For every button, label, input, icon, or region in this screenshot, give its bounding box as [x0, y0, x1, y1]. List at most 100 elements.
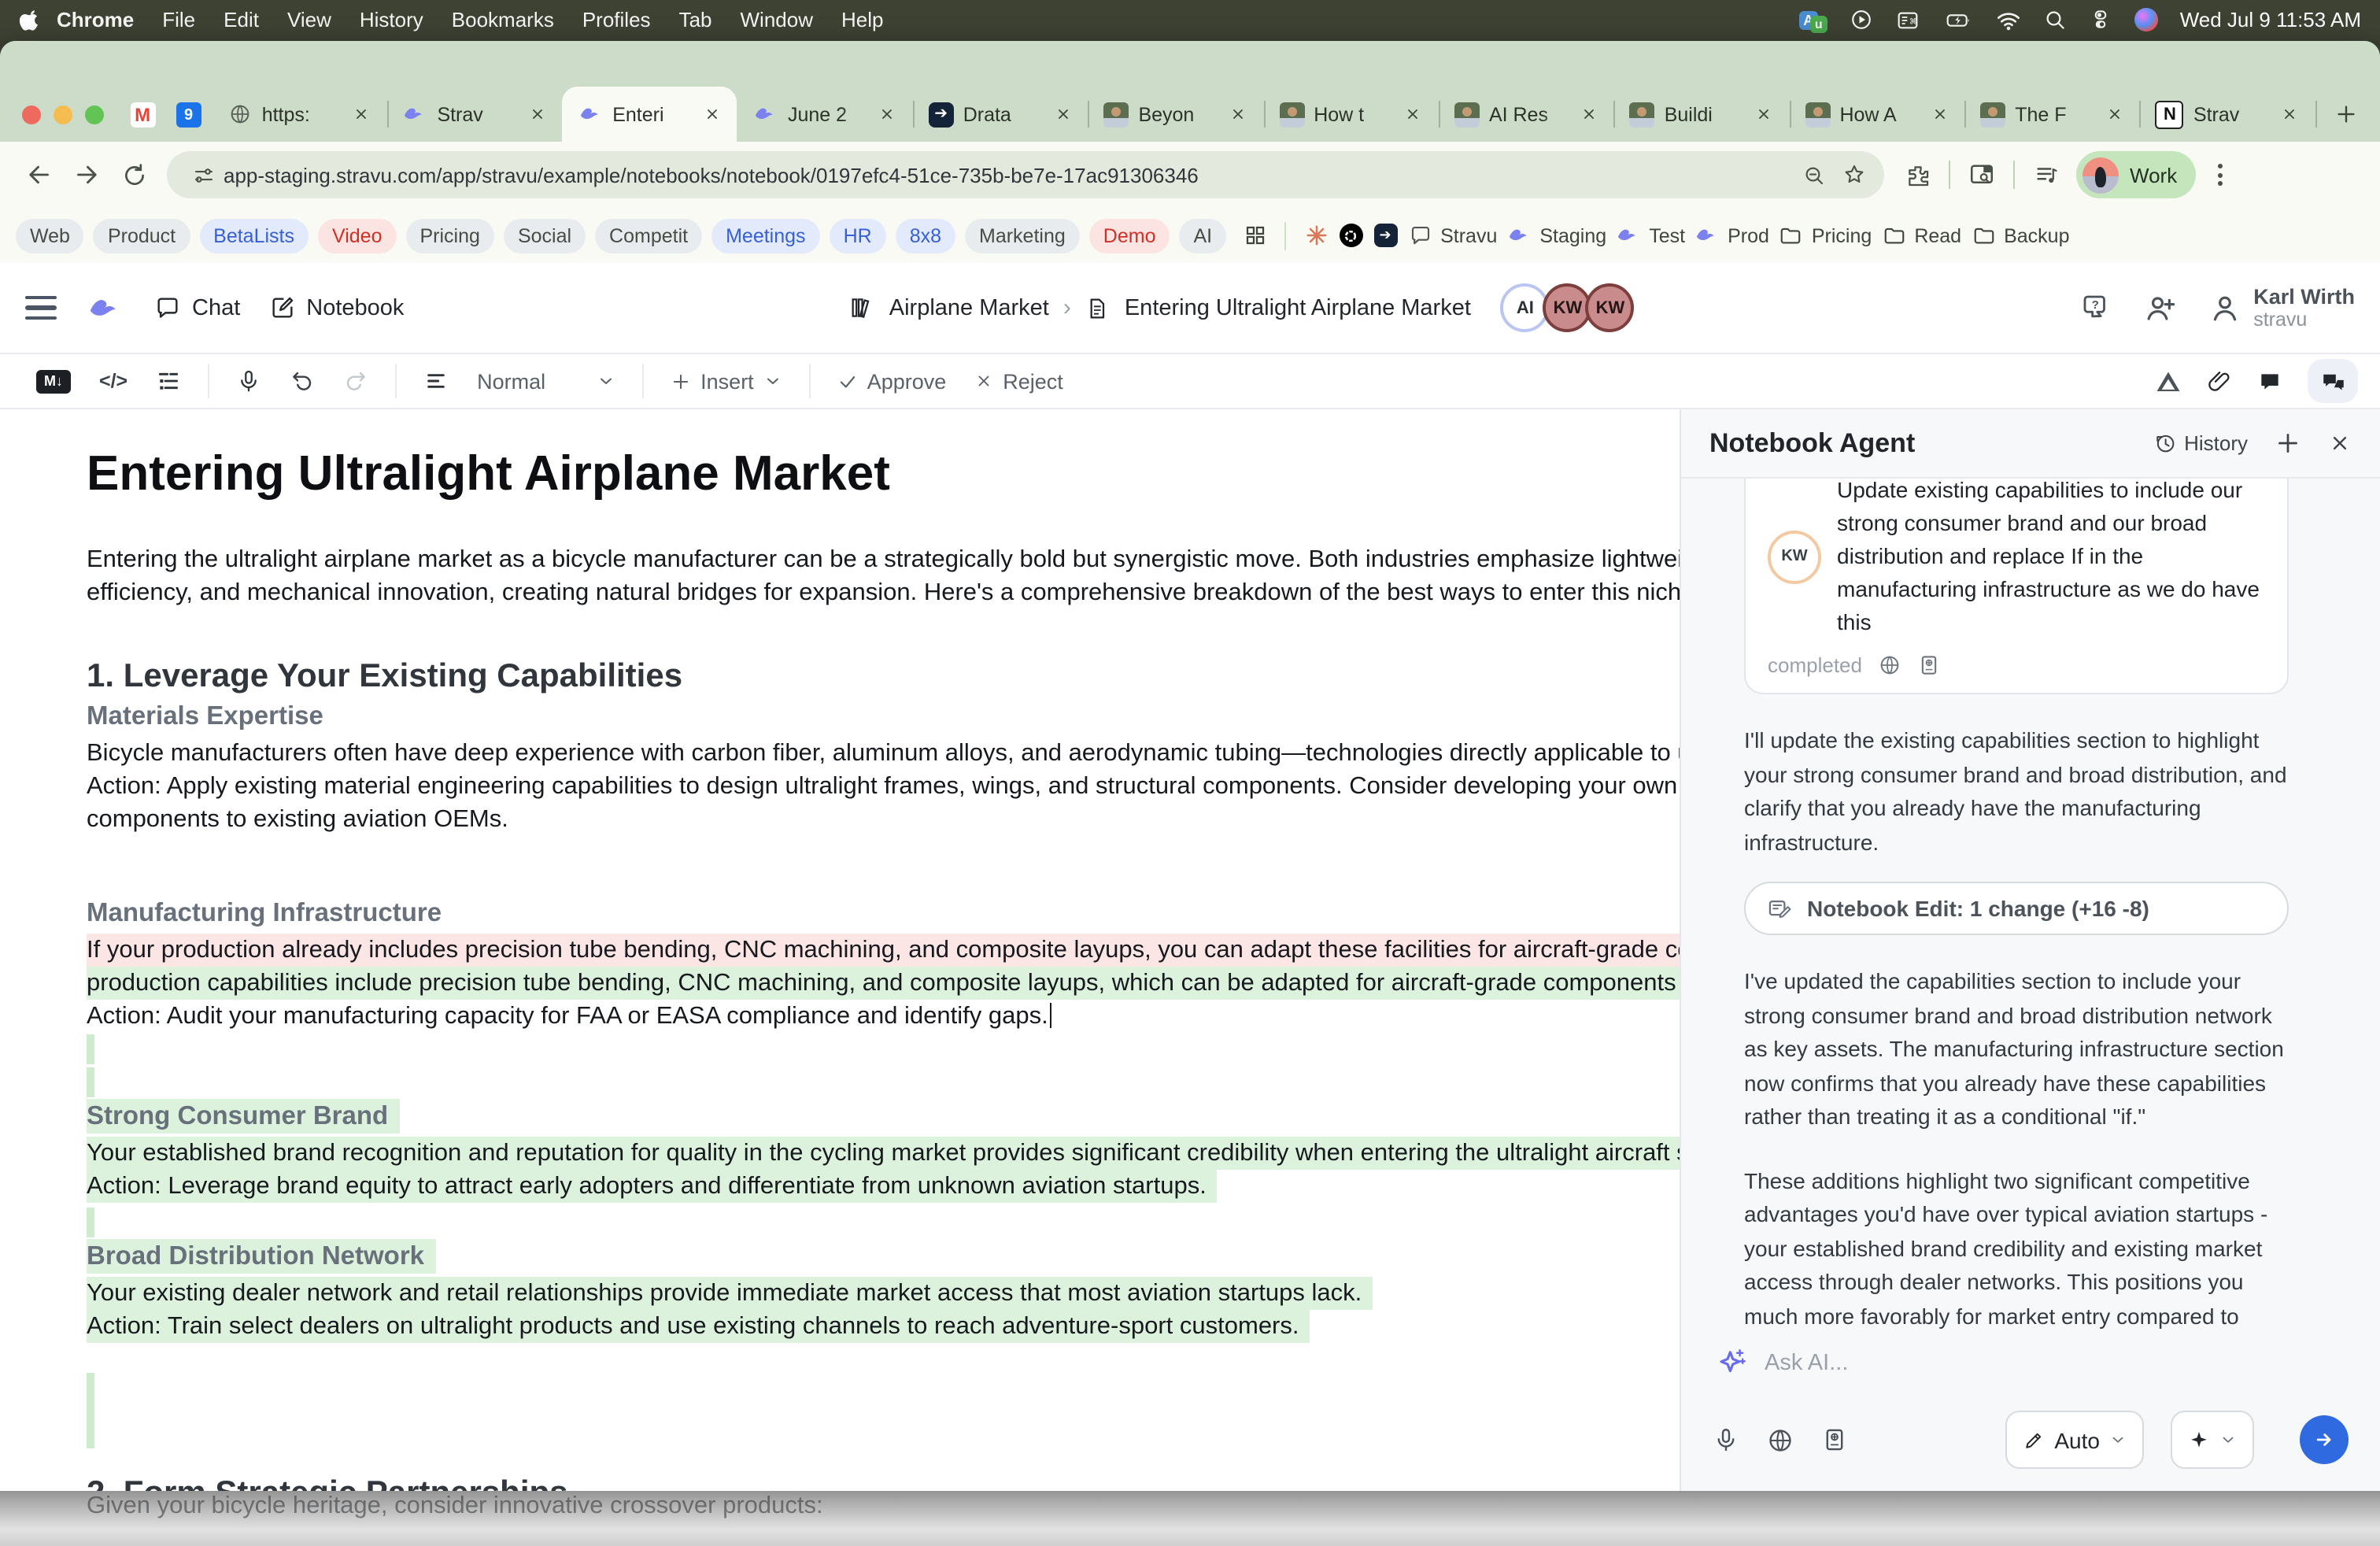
apple-menu-icon[interactable]	[19, 8, 42, 31]
chrome-menu-icon[interactable]	[2202, 164, 2237, 186]
tab-close-icon[interactable]	[524, 102, 549, 127]
drata-bookmark-icon[interactable]: ➔	[1373, 223, 1398, 248]
comment-icon[interactable]	[2257, 368, 2282, 394]
doc-deleted-line[interactable]: If your production already includes prec…	[87, 934, 1681, 967]
undo-button[interactable]	[290, 368, 315, 394]
tab-stravu[interactable]: Strav	[386, 87, 562, 142]
zoom-window-button[interactable]	[85, 105, 104, 124]
account-menu[interactable]: Karl Wirthstravu	[2208, 285, 2355, 331]
tab-close-icon[interactable]	[1401, 102, 1426, 127]
menu-item-file[interactable]: File	[162, 8, 195, 31]
tab-how-a[interactable]: How A	[1789, 87, 1964, 142]
doc-added-line[interactable]: Action: Leverage brand equity to attract…	[87, 1170, 1681, 1203]
doc-subheading-manufacturing[interactable]: Manufacturing Infrastructure	[87, 899, 1681, 929]
doc-paragraph[interactable]: efficiency, and mechanical innovation, c…	[87, 576, 1681, 609]
doc-paragraph[interactable]: Bicycle manufacturers often have deep ex…	[87, 737, 1681, 770]
tab-close-icon[interactable]	[1751, 102, 1776, 127]
approve-button[interactable]: Approve	[837, 369, 947, 393]
extensions-icon[interactable]	[1894, 151, 1941, 198]
menu-item-edit[interactable]: Edit	[224, 8, 259, 31]
dictate-button[interactable]	[236, 368, 261, 394]
menu-item-chrome[interactable]: Chrome	[57, 8, 134, 31]
doc-added-line[interactable]: Your established brand recognition and r…	[87, 1137, 1681, 1170]
doc-subheading-distribution[interactable]: Broad Distribution Network	[87, 1242, 1681, 1272]
bookmark-folder-competit[interactable]: Competit	[595, 218, 702, 253]
document-canvas[interactable]: Entering Ultralight Airplane Market Ente…	[0, 409, 1681, 1491]
feedback-icon[interactable]	[2079, 291, 2112, 324]
tab-close-icon[interactable]	[1050, 102, 1075, 127]
web-access-icon[interactable]	[1766, 1426, 1794, 1454]
bookmark-folder-meetings[interactable]: Meetings	[711, 218, 819, 253]
doc-heading-leverage[interactable]: 1. Leverage Your Existing Capabilities	[87, 658, 1681, 696]
tab-close-icon[interactable]	[349, 102, 374, 127]
tab-beyond[interactable]: Beyon	[1088, 87, 1263, 142]
tab-ai-res[interactable]: AI Res	[1439, 87, 1614, 142]
doc-added-line[interactable]: Action: Train select dealers on ultralig…	[87, 1310, 1681, 1343]
bookmark-test[interactable]: Test	[1616, 223, 1685, 248]
zoom-out-icon[interactable]	[1793, 154, 1834, 195]
menu-item-window[interactable]: Window	[741, 8, 814, 31]
side-panel-search-icon[interactable]	[1958, 151, 2005, 198]
bookmark-folder-product[interactable]: Product	[94, 218, 190, 253]
redo-button[interactable]	[343, 368, 368, 394]
site-settings-icon[interactable]	[183, 154, 224, 195]
knowledge-icon[interactable]	[1821, 1426, 1848, 1453]
new-tab-button[interactable]	[2325, 91, 2367, 135]
google-drive-icon[interactable]	[2155, 368, 2182, 394]
notebook-edit-chip[interactable]: Notebook Edit: 1 change (+16 -8)	[1744, 882, 2289, 935]
bookmark-folder-betalists[interactable]: BetaLists	[199, 218, 309, 253]
tab-how-t[interactable]: How t	[1263, 87, 1439, 142]
address-bar[interactable]: app-staging.stravu.com/app/stravu/exampl…	[167, 151, 1884, 198]
tab-https[interactable]: https:	[212, 87, 387, 142]
presence-badge-kw2[interactable]: KW	[1586, 283, 1635, 332]
bookmark-folder-ai[interactable]: AI	[1179, 218, 1226, 253]
bookmark-staging[interactable]: Staging	[1506, 223, 1606, 248]
tab-close-icon[interactable]	[700, 102, 725, 127]
doc-paragraph[interactable]: components to existing aviation OEMs.	[87, 803, 1681, 836]
control-center-icon[interactable]	[2089, 8, 2112, 31]
voice-input-icon[interactable]	[1713, 1426, 1739, 1453]
tab-entering-active[interactable]: Enteri	[562, 87, 737, 142]
markdown-toggle-button[interactable]: M↓	[36, 369, 71, 393]
minimize-window-button[interactable]	[54, 105, 72, 124]
bookmark-folder-social[interactable]: Social	[504, 218, 586, 253]
bookmark-folder-pricing2[interactable]: Pricing	[1779, 223, 1872, 248]
menu-item-bookmarks[interactable]: Bookmarks	[452, 8, 554, 31]
play-status-icon[interactable]	[1850, 8, 1873, 31]
close-window-button[interactable]	[22, 105, 41, 124]
tab-building[interactable]: Buildi	[1614, 87, 1790, 142]
doc-paragraph[interactable]: Action: Audit your manufacturing capacit…	[87, 1000, 1681, 1033]
new-chat-icon[interactable]	[2275, 430, 2301, 457]
model-dropdown[interactable]	[2171, 1411, 2254, 1469]
doc-subheading-materials[interactable]: Materials Expertise	[87, 702, 1681, 732]
line-spacing-button[interactable]	[423, 368, 449, 394]
doc-subheading-brand[interactable]: Strong Consumer Brand	[87, 1102, 1681, 1132]
tab-drata[interactable]: ➔Drata	[913, 87, 1088, 142]
siri-icon[interactable]	[2134, 8, 2158, 31]
agent-conversation[interactable]: KW Update existing capabilities to inclu…	[1681, 479, 2380, 1330]
menu-item-help[interactable]: Help	[841, 8, 884, 31]
apps-grid-icon[interactable]	[1242, 223, 1267, 248]
bookmark-folder-8x8[interactable]: 8x8	[896, 218, 955, 253]
attachment-icon[interactable]	[2207, 368, 2232, 394]
tab-close-icon[interactable]	[1927, 102, 1952, 127]
menu-item-profiles[interactable]: Profiles	[582, 8, 651, 31]
bookmark-folder-pricing[interactable]: Pricing	[406, 218, 494, 253]
media-controls-icon[interactable]	[2023, 151, 2070, 198]
pinned-tab-calendar[interactable]: 9	[165, 88, 211, 142]
stravu-logo[interactable]	[85, 290, 126, 325]
user-message-card[interactable]: KW Update existing capabilities to inclu…	[1744, 479, 2289, 694]
tab-notion[interactable]: NStrav	[2140, 87, 2315, 142]
bookmark-folder-read[interactable]: Read	[1881, 223, 1961, 248]
code-view-button[interactable]: </>	[99, 370, 128, 392]
presence-badge-kw1[interactable]: KW	[1543, 283, 1592, 332]
nav-chat[interactable]: Chat	[154, 294, 240, 321]
forward-button[interactable]	[63, 151, 110, 198]
reload-button[interactable]	[110, 151, 157, 198]
back-button[interactable]	[16, 151, 63, 198]
doc-added-line[interactable]: production capabilities include precisio…	[87, 967, 1681, 1000]
bookmark-folder-video[interactable]: Video	[318, 218, 397, 253]
menu-item-tab[interactable]: Tab	[679, 8, 712, 31]
wifi-status-icon[interactable]	[1996, 7, 2021, 32]
paragraph-style-dropdown[interactable]: Normal	[477, 369, 615, 393]
